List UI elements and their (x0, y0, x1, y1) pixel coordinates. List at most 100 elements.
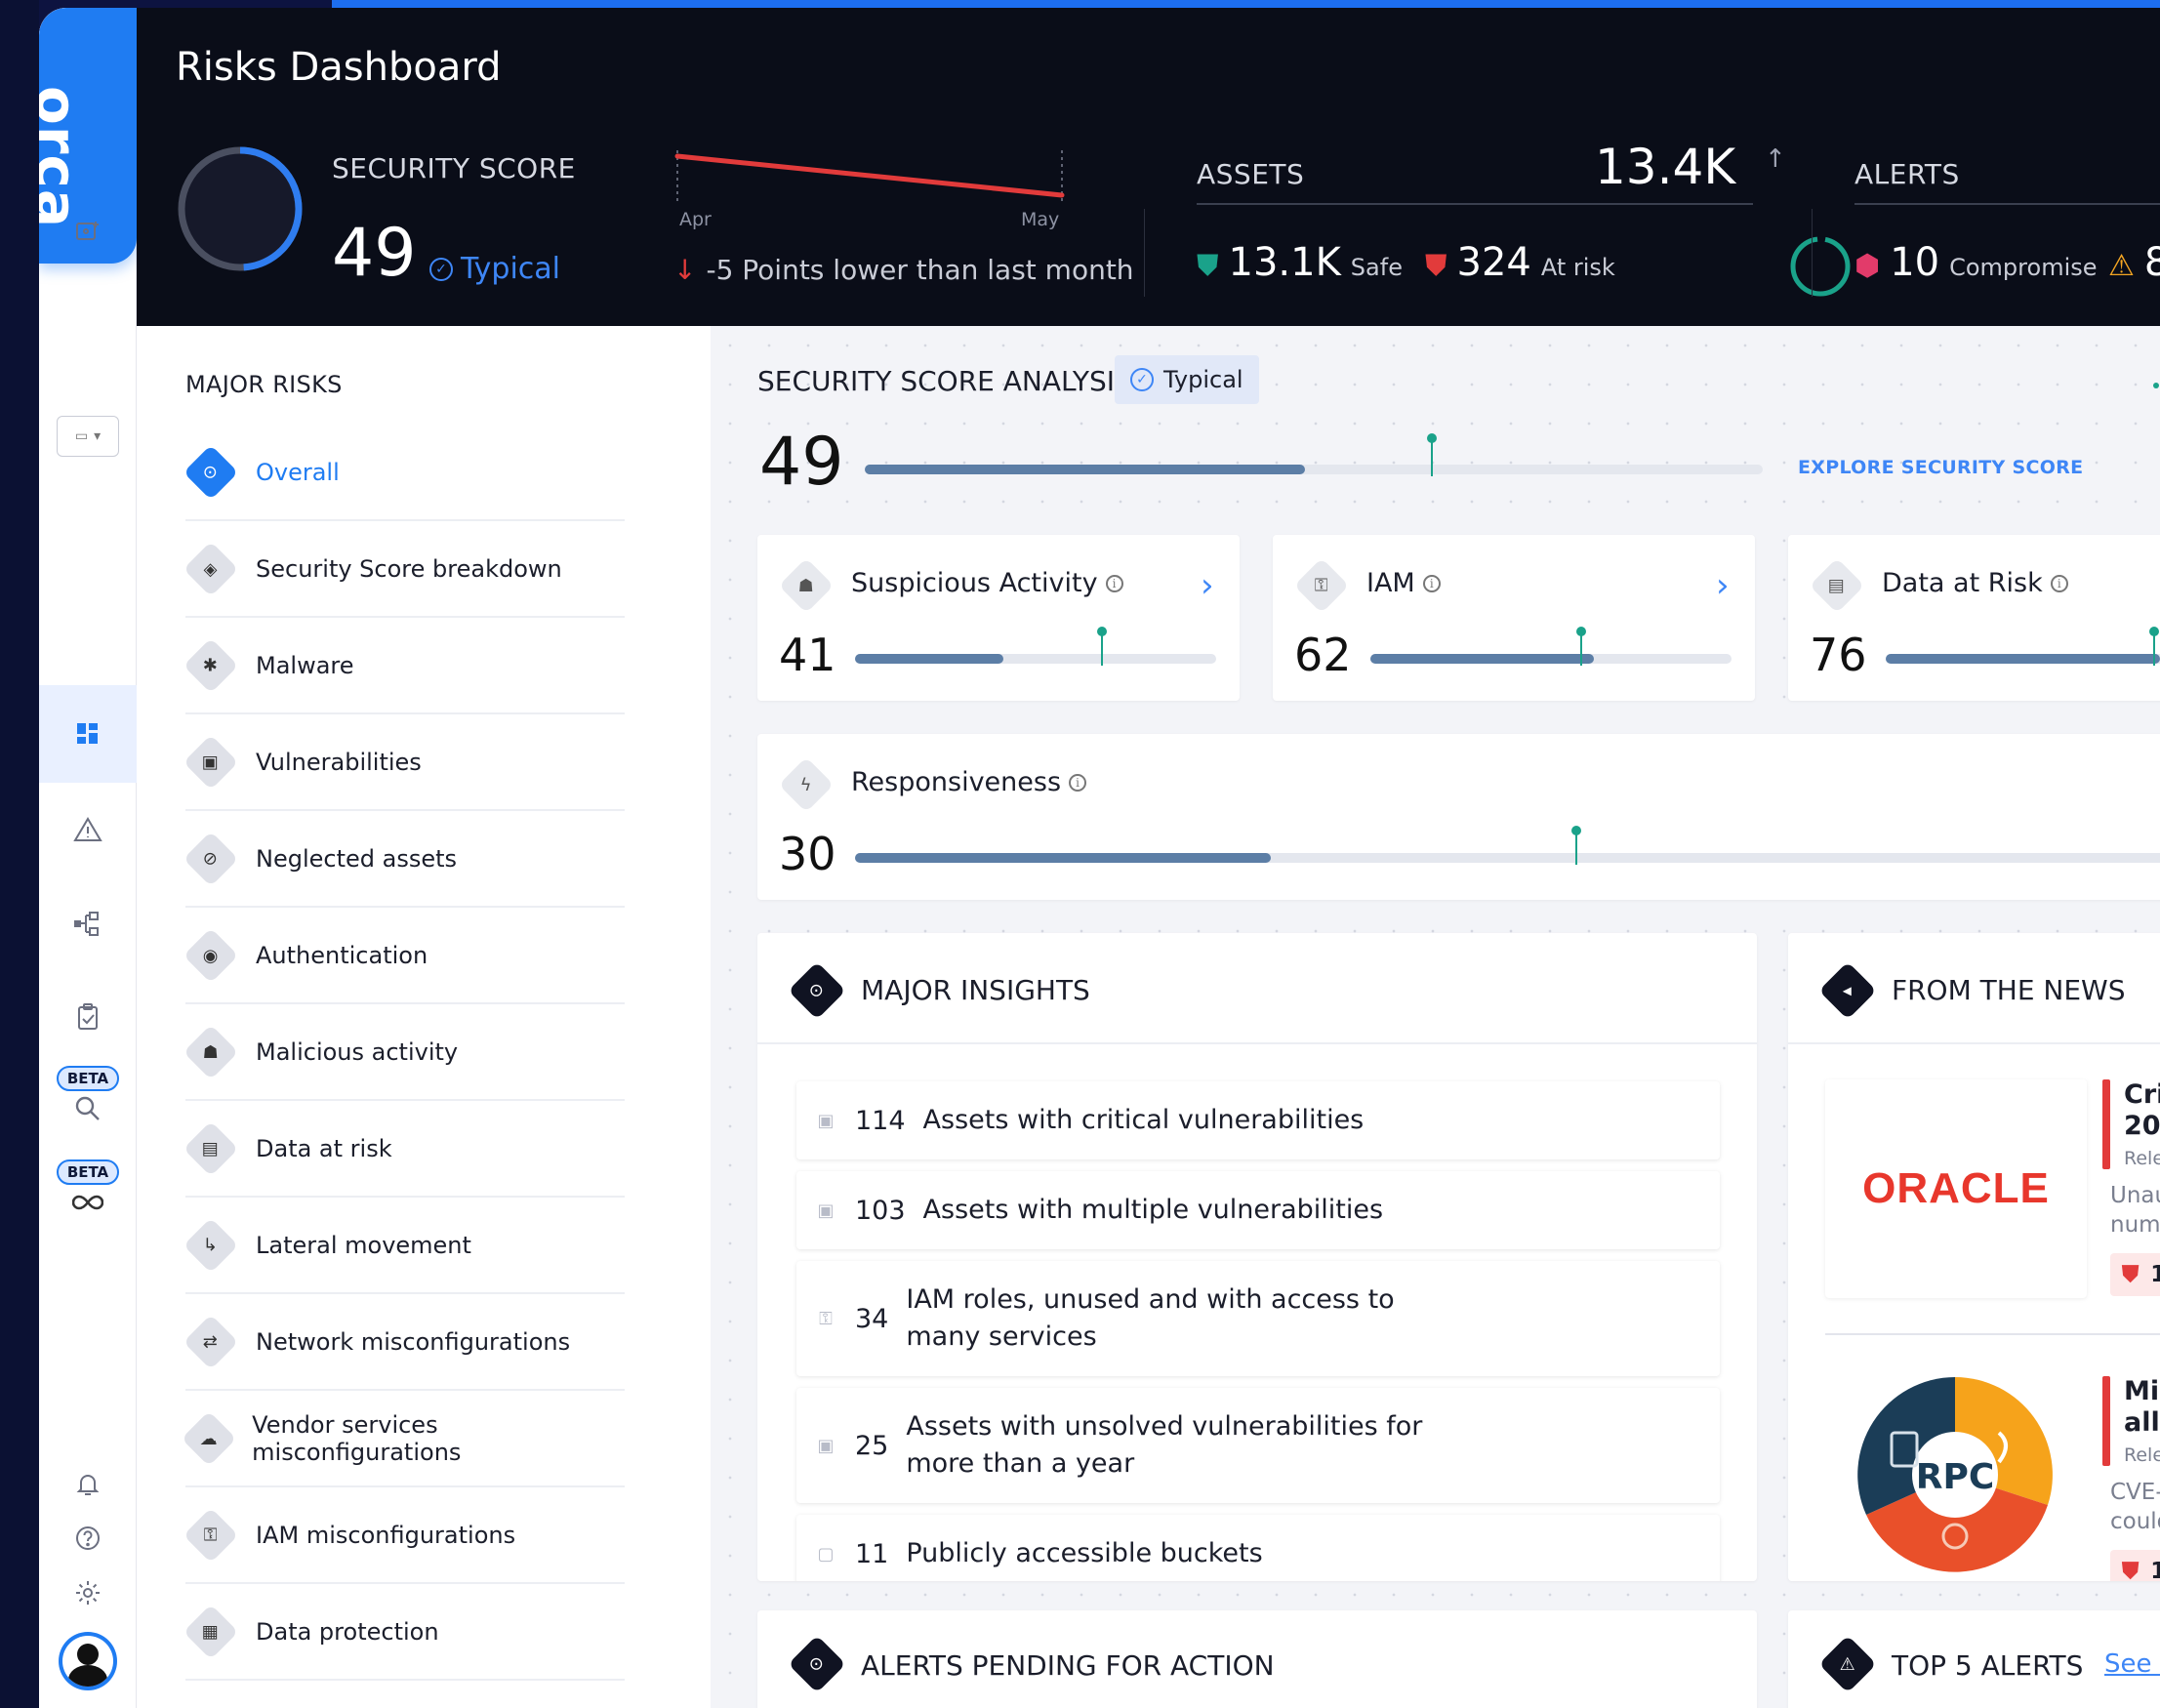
risk-item[interactable]: ⊙ Overall (183, 426, 625, 521)
insight-row[interactable]: ▣ 114 Assets with critical vulnerabiliti… (796, 1081, 1720, 1159)
risk-item[interactable]: ✱ Malware (183, 619, 625, 714)
news-icon: ◂ (1818, 961, 1877, 1020)
assets-total: 13.4K (1595, 139, 1736, 195)
assets-at-risk[interactable]: ⛊ 324 At risk (1425, 240, 1615, 285)
insight-count: 103 (855, 1195, 906, 1226)
alert-triangle-icon[interactable] (68, 810, 107, 849)
card-progress-bar (1886, 627, 2160, 666)
risk-item[interactable]: ↳ Lateral movement (183, 1199, 625, 1294)
risk-item[interactable]: ⊘ Neglected assets (183, 812, 625, 908)
card-title-text: Responsiveness (851, 767, 1062, 797)
benchmark-pin (2148, 627, 2159, 666)
card-suspicious-activity[interactable]: ☗ Suspicious Activity i › 41 (757, 535, 1240, 701)
logo-text: orca (39, 86, 90, 228)
assets-safe-value: 13.1K (1228, 240, 1341, 285)
user-avatar[interactable] (59, 1632, 117, 1690)
risk-item-label: Malicious activity (256, 1038, 459, 1066)
warning-icon: ⚠ (2108, 249, 2135, 283)
assets-safe[interactable]: ⛊ 13.1K Safe (1197, 240, 1403, 285)
chevron-right-icon[interactable]: › (1716, 566, 1730, 605)
risk-item[interactable]: ⇄ Network misconfigurations (183, 1295, 625, 1391)
help-icon[interactable] (68, 1519, 107, 1558)
insight-row[interactable]: ⚿ 34 IAM roles, unused and with access t… (796, 1261, 1720, 1376)
account-selector[interactable]: ▭ ▾ (57, 416, 119, 457)
risk-item[interactable]: ▣ Vulnerabilities (183, 715, 625, 811)
compromise-icon: ⬢ (1854, 249, 1881, 283)
risk-item[interactable]: ⚿ IAM misconfigurations (183, 1488, 625, 1584)
see-all-link[interactable]: See all (2104, 1649, 2160, 1679)
video-add-icon[interactable] (68, 211, 107, 250)
insight-row[interactable]: ▢ 11 Publicly accessible buckets (796, 1515, 1720, 1581)
risk-item[interactable]: ◈ Security Score breakdown (183, 522, 625, 618)
news-headline[interactable]: Micro allow (2124, 1376, 2160, 1439)
alerts-pending-icon: ⊙ (788, 1635, 846, 1693)
infinity-icon[interactable] (68, 1183, 107, 1222)
risk-item-label: Malware (256, 652, 354, 679)
major-risks-title: MAJOR RISKS (185, 371, 343, 398)
info-icon[interactable]: i (2050, 574, 2068, 592)
assets-risk-label: At risk (1540, 254, 1615, 281)
info-icon[interactable]: i (1069, 773, 1087, 792)
news-alert-tag[interactable]: ⛊ 10 A (2110, 1550, 2160, 1581)
shield-x-icon: ⛊ (1425, 249, 1447, 283)
news-desc: Unauthe (2110, 1183, 2160, 1208)
card-title-text: IAM (1366, 568, 1415, 598)
explore-security-score-link[interactable]: EXPLORE SECURITY SCORE (1798, 457, 2083, 478)
alerts-warning[interactable]: ⚠ 8 (2108, 240, 2160, 285)
news-thumbnail[interactable]: RPC (1853, 1372, 2058, 1577)
data-icon: ▤ (183, 1120, 239, 1177)
insight-row[interactable]: ▣ 25 Assets with unsolved vulnerabilitie… (796, 1388, 1720, 1503)
score-progress-fill (865, 465, 1305, 474)
card-value: 76 (1810, 629, 1867, 681)
risk-glyph: ⊙ (203, 462, 219, 483)
alerts-warning-value: 8 (2143, 240, 2160, 285)
vulnerability-icon: ▣ (817, 1110, 835, 1131)
score-progress-bar (865, 433, 1763, 476)
insight-count: 34 (855, 1303, 889, 1334)
score-analysis-value: 49 (759, 424, 844, 501)
card-title: Responsiveness i (851, 767, 1087, 797)
news-alert-tag[interactable]: ⛊ 1 Al (2110, 1253, 2160, 1296)
check-circle-icon: ✓ (429, 257, 453, 281)
risk-item[interactable]: ▦ Data protection (183, 1585, 625, 1681)
info-icon[interactable]: i (1422, 574, 1441, 592)
risk-item-label: Vulnerabilities (256, 749, 422, 776)
monitor-icon: ▭ (74, 428, 89, 444)
risk-item-label: Vendor services misconfigurations (252, 1411, 462, 1466)
clipboard-check-icon[interactable] (68, 997, 107, 1037)
security-score-label: SECURITY SCORE (332, 152, 576, 184)
panel-divider (1788, 1042, 2160, 1044)
insight-text: Assets with critical vulnerabilities (922, 1105, 1365, 1135)
risk-item-label: Security Score breakdown (256, 555, 562, 583)
alerts-compromise-value: 10 (1890, 240, 1940, 285)
risk-item-label: Data at risk (256, 1135, 392, 1162)
info-icon[interactable]: i (1105, 574, 1123, 592)
bell-icon[interactable] (68, 1464, 107, 1503)
insight-count: 114 (855, 1105, 906, 1136)
benchmark-pin (1426, 433, 1437, 476)
insight-row[interactable]: ▣ 103 Assets with multiple vulnerabiliti… (796, 1171, 1720, 1249)
card-progress-fill (855, 654, 1003, 664)
graph-icon[interactable] (68, 904, 107, 943)
search-icon[interactable] (68, 1089, 107, 1128)
alerts-compromise[interactable]: ⬢ 10 Compromise (1854, 240, 2098, 285)
news-panel: ◂ FROM THE NEWS ORACLE Critic 2022- Rele… (1788, 933, 2160, 1581)
news-headline[interactable]: Critic 2022- (2124, 1079, 2160, 1142)
dashboard-icon[interactable] (68, 714, 107, 753)
settings-icon[interactable] (68, 1573, 107, 1612)
risk-glyph: ☗ (202, 1041, 220, 1063)
card-data-at-risk[interactable]: ▤ Data at Risk i 76 (1788, 535, 2160, 701)
malicious-activity-icon: ☗ (183, 1024, 239, 1080)
news-alert-tag-label: 1 Al (2150, 1262, 2160, 1287)
desktop-accent-bar (332, 0, 2160, 8)
risk-item[interactable]: ☗ Malicious activity (183, 1005, 625, 1101)
chevron-right-icon[interactable]: › (1201, 566, 1214, 605)
news-thumbnail[interactable]: ORACLE (1825, 1079, 2087, 1298)
news-alert-tag-label: 10 A (2150, 1559, 2160, 1581)
risk-item[interactable]: ◉ Authentication (183, 909, 625, 1004)
card-iam[interactable]: ⚿ IAM i › 62 (1273, 535, 1755, 701)
risk-item[interactable]: ▤ Data at risk (183, 1102, 625, 1198)
risk-item[interactable]: ☁ Vendor services misconfigurations (181, 1392, 625, 1487)
iam-icon: ⚿ (819, 1308, 833, 1329)
card-responsiveness[interactable]: ϟ Responsiveness i 30 (757, 734, 2160, 900)
